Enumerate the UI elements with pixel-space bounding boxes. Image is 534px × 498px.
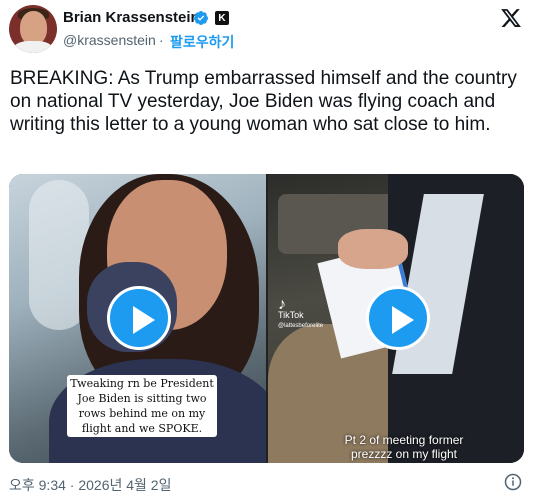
timestamp[interactable]: 오후 9:34 · 2026년 4월 2일 bbox=[9, 475, 171, 495]
hand-shape bbox=[338, 229, 408, 269]
video-caption-2: Pt 2 of meeting former prezzzz on my fli… bbox=[344, 433, 464, 461]
x-logo-icon[interactable] bbox=[500, 7, 522, 29]
avatar-shirt bbox=[13, 41, 53, 53]
handle[interactable]: @krassenstein bbox=[63, 32, 156, 48]
play-icon bbox=[133, 306, 155, 334]
play-button[interactable] bbox=[366, 286, 430, 350]
display-name[interactable]: Brian Krassenstein bbox=[63, 9, 200, 27]
play-button[interactable] bbox=[107, 286, 171, 350]
tiktok-label: TikTok bbox=[278, 310, 304, 320]
play-icon bbox=[392, 306, 414, 334]
follow-button[interactable]: 팔로우하기 bbox=[170, 32, 234, 52]
separator: · bbox=[159, 32, 164, 48]
verified-badge-icon bbox=[193, 11, 208, 25]
tiktok-logo-icon: ♪ bbox=[278, 296, 286, 313]
tiktok-user: @lattesbeforelite bbox=[278, 323, 324, 329]
affiliation-badge-icon: K bbox=[215, 11, 229, 25]
avatar[interactable] bbox=[9, 5, 57, 53]
tiktok-watermark: ♪ TikTok @lattesbeforelite bbox=[278, 296, 324, 332]
video-caption-1: Tweaking rn be President Joe Biden is si… bbox=[67, 375, 217, 437]
avatar-face bbox=[20, 11, 47, 45]
media-grid: Tweaking rn be President Joe Biden is si… bbox=[9, 174, 524, 463]
tweet-text: BREAKING: As Trump embarrassed himself a… bbox=[10, 68, 517, 135]
info-icon[interactable] bbox=[504, 473, 522, 491]
